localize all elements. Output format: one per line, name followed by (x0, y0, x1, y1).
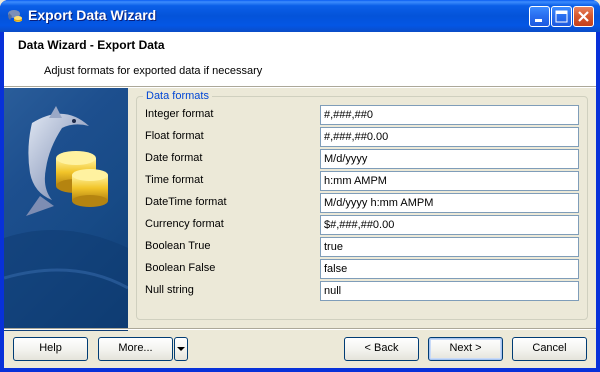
boolean-false-label: Boolean False (145, 262, 216, 274)
footer-divider (4, 328, 596, 330)
back-button-label: < Back (364, 342, 399, 354)
more-dropdown-button[interactable] (174, 337, 188, 361)
cancel-button-label: Cancel (532, 342, 567, 354)
format-row-datetime: DateTime format (145, 193, 581, 213)
close-button[interactable] (573, 6, 594, 27)
null-string-input[interactable] (320, 281, 579, 301)
data-formats-legend: Data formats (143, 90, 212, 102)
maximize-icon (555, 10, 568, 23)
null-string-label: Null string (145, 284, 194, 296)
wizard-header: Data Wizard - Export Data Adjust formats… (4, 32, 596, 86)
close-icon (578, 11, 589, 22)
maximize-button[interactable] (551, 6, 572, 27)
boolean-true-label: Boolean True (145, 240, 211, 252)
time-format-input[interactable] (320, 171, 579, 191)
datetime-format-input[interactable] (320, 193, 579, 213)
dolphin-database-icon (4, 106, 128, 331)
integer-format-input[interactable] (320, 105, 579, 125)
more-button-label: More... (118, 342, 153, 354)
window-border-bottom (0, 368, 600, 372)
minimize-icon (535, 19, 542, 22)
dolphin-app-icon (6, 7, 24, 25)
format-row-integer: Integer format (145, 105, 581, 125)
window-title: Export Data Wizard (28, 7, 157, 23)
format-row-time: Time format (145, 171, 581, 191)
cancel-button[interactable]: Cancel (512, 337, 587, 361)
chevron-down-icon (177, 347, 185, 351)
help-button[interactable]: Help (13, 337, 88, 361)
integer-format-label: Integer format (145, 108, 214, 120)
back-button[interactable]: < Back (344, 337, 419, 361)
format-row-boolean-false: Boolean False (145, 259, 581, 279)
date-format-label: Date format (145, 152, 203, 164)
next-button-label: Next > (449, 342, 482, 354)
header-subtitle: Adjust formats for exported data if nece… (44, 65, 263, 77)
float-format-label: Float format (145, 130, 204, 142)
currency-format-input[interactable] (320, 215, 579, 235)
header-title: Data Wizard - Export Data (18, 38, 165, 52)
float-format-input[interactable] (320, 127, 579, 147)
title-bar[interactable]: Export Data Wizard (0, 0, 600, 32)
time-format-label: Time format (145, 174, 204, 186)
datetime-format-label: DateTime format (145, 196, 227, 208)
boolean-true-input[interactable] (320, 237, 579, 257)
format-row-boolean-true: Boolean True (145, 237, 581, 257)
minimize-button[interactable] (529, 6, 550, 27)
currency-format-label: Currency format (145, 218, 224, 230)
format-row-currency: Currency format (145, 215, 581, 235)
wizard-client-area: Data Wizard - Export Data Adjust formats… (4, 32, 596, 368)
window-border-right (596, 32, 600, 372)
next-button[interactable]: Next > (428, 337, 503, 361)
format-row-date: Date format (145, 149, 581, 169)
date-format-input[interactable] (320, 149, 579, 169)
side-panel (4, 88, 128, 331)
export-wizard-window: Export Data Wizard Data Wizard - Export … (0, 0, 600, 372)
more-button[interactable]: More... (98, 337, 173, 361)
format-row-float: Float format (145, 127, 581, 147)
boolean-false-input[interactable] (320, 259, 579, 279)
help-button-label: Help (39, 342, 62, 354)
format-row-null-string: Null string (145, 281, 581, 301)
